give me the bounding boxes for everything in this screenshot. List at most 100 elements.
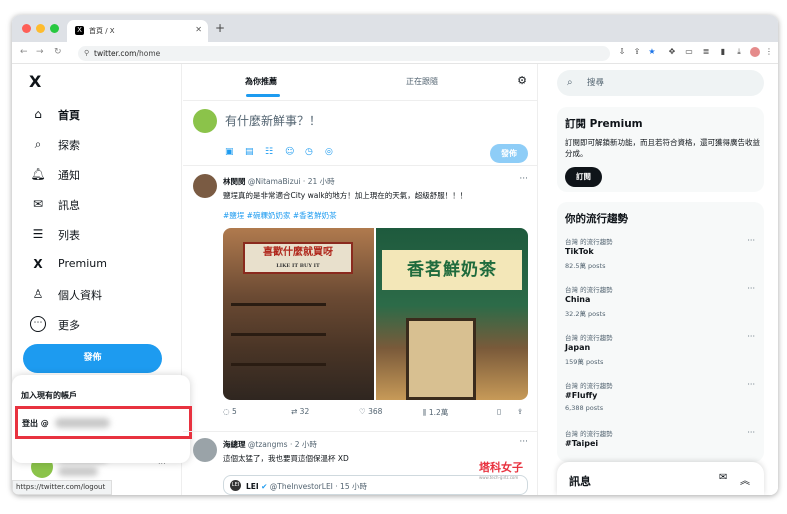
trend-more-icon[interactable]: ··· bbox=[747, 428, 755, 437]
location-icon[interactable]: ◎ bbox=[325, 147, 333, 157]
extensions-icon[interactable]: ✥ bbox=[667, 47, 677, 57]
subscribe-button[interactable]: 訂閱 bbox=[565, 167, 602, 187]
sidebar-item-label: 通知 bbox=[58, 169, 80, 182]
shop-sign-subtext: LIKE IT BUY IT bbox=[276, 263, 320, 269]
site-info-icon[interactable]: ⚲ bbox=[84, 46, 89, 61]
new-tab-icon[interactable]: + bbox=[215, 21, 225, 35]
x-logo-icon[interactable]: X bbox=[29, 72, 41, 91]
share-icon[interactable]: ⇪ bbox=[632, 47, 642, 57]
trends-card: 你的流行趨勢 台灣 的流行趨勢 TikTok 82.5萬 posts ··· 台… bbox=[557, 202, 764, 462]
sidebar-item-label: 個人資料 bbox=[58, 289, 102, 302]
trend-context: 台灣 的流行趨勢 bbox=[565, 430, 613, 438]
post-button[interactable]: 發佈 bbox=[23, 344, 162, 373]
quote-avatar: LEI bbox=[230, 480, 241, 491]
compose-input[interactable]: 有什麼新鮮事？！ bbox=[225, 112, 321, 129]
tab-for-you[interactable]: 為你推薦 bbox=[245, 76, 277, 87]
watermark: 塔科女子 www.tech-girlz.com bbox=[479, 459, 523, 480]
trend-topic: TikTok bbox=[565, 247, 594, 256]
tweet-hashtags[interactable]: #鹽埕 #碗粿奶奶家 #香茗鮮奶茶 bbox=[223, 210, 337, 221]
reading-list-icon[interactable]: ≣ bbox=[701, 47, 711, 57]
storefront-sign: 香茗鮮奶茶 bbox=[382, 250, 522, 290]
maximize-window-icon[interactable] bbox=[50, 24, 59, 33]
close-tab-icon[interactable]: ✕ bbox=[195, 25, 202, 34]
compose-post-button[interactable]: 發佈 bbox=[490, 144, 528, 163]
tweet-handle[interactable]: @tzangms bbox=[248, 440, 288, 449]
trend-topic: #Taipei bbox=[565, 439, 599, 448]
x-home-page: X ⌂ 首頁 ⌕ 探索 🔔︎ 通知 ✉ 訊息 ☰ 列表 X Premium ♙ … bbox=[12, 64, 778, 495]
share-tweet-icon[interactable]: ⇪ bbox=[517, 407, 523, 416]
cast-icon[interactable]: ▭ bbox=[684, 47, 694, 57]
url-field[interactable]: ⚲ twitter.com/home bbox=[78, 46, 610, 61]
gear-icon[interactable]: ⚙ bbox=[517, 74, 527, 87]
search-input[interactable]: ⌕ 搜尋 bbox=[557, 70, 764, 96]
x-icon: X bbox=[33, 257, 43, 271]
tweet-text: 這個太猛了，我也要買這個保溫杯 XD bbox=[223, 454, 349, 463]
bookmark-star-icon[interactable]: ★ bbox=[647, 47, 657, 57]
tab-bar: X 首頁 / X ✕ + bbox=[12, 15, 778, 42]
trend-context: 台灣 的流行趨勢 bbox=[565, 334, 613, 342]
trend-more-icon[interactable]: ··· bbox=[747, 380, 755, 389]
close-window-icon[interactable] bbox=[22, 24, 31, 33]
schedule-icon[interactable]: ◷ bbox=[305, 147, 313, 157]
trend-more-icon[interactable]: ··· bbox=[747, 236, 755, 245]
sidebar-item-label: Premium bbox=[58, 257, 107, 270]
tweet-more-icon[interactable]: ··· bbox=[519, 174, 528, 184]
trend-posts: 159萬 posts bbox=[565, 358, 604, 366]
download-icon[interactable]: ⤓ bbox=[734, 47, 744, 57]
minimize-window-icon[interactable] bbox=[36, 24, 45, 33]
side-panel-icon[interactable]: ▮ bbox=[718, 47, 728, 57]
trend-item[interactable]: 台灣 的流行趨勢 TikTok 82.5萬 posts ··· bbox=[565, 236, 755, 278]
bookmark-icon[interactable]: ▯ bbox=[497, 407, 501, 416]
trend-item[interactable]: 台灣 的流行趨勢 Japan 159萬 posts ··· bbox=[565, 332, 755, 374]
avatar[interactable] bbox=[193, 109, 217, 133]
trend-context: 台灣 的流行趨勢 bbox=[565, 238, 613, 246]
reply-button[interactable]: ◌ 5 bbox=[223, 407, 237, 416]
verified-badge-icon: ✔ bbox=[261, 482, 268, 491]
expand-icon[interactable]: ︽ bbox=[740, 472, 750, 487]
avatar[interactable] bbox=[193, 438, 217, 462]
tweet-author[interactable]: 海總理 bbox=[223, 440, 246, 449]
trend-posts: 32.2萬 posts bbox=[565, 310, 606, 318]
gif-icon[interactable]: ▤ bbox=[245, 147, 254, 157]
tab-following[interactable]: 正在跟隨 bbox=[406, 76, 438, 87]
retweet-button[interactable]: ⇄ 32 bbox=[291, 407, 309, 416]
add-account-item[interactable]: 加入現有的帳戶 bbox=[21, 390, 77, 401]
tweet[interactable]: 林閔閔 @NitamaBizui · 21 小時 ··· 鹽埕真的是非常適合Ci… bbox=[183, 170, 538, 432]
sidebar-item-label: 探索 bbox=[58, 139, 80, 152]
tweet-photo-storefront[interactable]: 香茗鮮奶茶 bbox=[376, 228, 528, 400]
quote-header: LEI ✔ @TheInvestorLEI · 15 小時 bbox=[246, 481, 367, 492]
emoji-icon[interactable]: ☺ bbox=[285, 147, 294, 157]
shelf bbox=[231, 363, 326, 366]
poll-icon[interactable]: ☷ bbox=[265, 147, 273, 157]
search-placeholder: 搜尋 bbox=[587, 78, 605, 88]
url-host: twitter.com bbox=[94, 49, 137, 58]
logout-label: 登出 @ bbox=[22, 419, 49, 428]
new-message-icon[interactable]: ✉ bbox=[719, 472, 727, 483]
forward-icon[interactable]: → bbox=[36, 47, 44, 57]
avatar[interactable] bbox=[193, 174, 217, 198]
tweet-header: 海總理 @tzangms · 2 小時 bbox=[223, 439, 317, 450]
tweet-photo-shop[interactable]: 喜歡什麼就買呀 LIKE IT BUY IT bbox=[223, 228, 374, 400]
browser-menu-icon[interactable]: ⋮ bbox=[764, 47, 774, 57]
trend-more-icon[interactable]: ··· bbox=[747, 284, 755, 293]
logout-item[interactable]: 登出 @ bbox=[15, 406, 192, 439]
profile-avatar-icon[interactable] bbox=[750, 47, 760, 57]
browser-tab[interactable]: X 首頁 / X ✕ bbox=[67, 20, 208, 42]
trend-item[interactable]: 台灣 的流行趨勢 #Fluffy 6,388 posts ··· bbox=[565, 380, 755, 422]
tweet-handle[interactable]: @NitamaBizui bbox=[248, 177, 301, 186]
media-icon[interactable]: ▣ bbox=[225, 147, 234, 157]
tweet-more-icon[interactable]: ··· bbox=[519, 437, 528, 447]
sidebar-item-label: 列表 bbox=[58, 229, 80, 242]
reload-icon[interactable]: ↻ bbox=[54, 47, 62, 57]
trend-more-icon[interactable]: ··· bbox=[747, 332, 755, 341]
trend-item[interactable]: 台灣 的流行趨勢 China 32.2萬 posts ··· bbox=[565, 284, 755, 326]
messages-drawer[interactable]: 訊息 ✉ ︽ bbox=[557, 462, 764, 495]
install-icon[interactable]: ⇩ bbox=[617, 47, 627, 57]
views-button[interactable]: ⫼ 1.2萬 bbox=[423, 407, 448, 418]
bell-icon: 🔔︎ bbox=[30, 167, 46, 181]
like-button[interactable]: ♡ 368 bbox=[359, 407, 382, 416]
tweet-time: · 2 小時 bbox=[289, 440, 317, 449]
trend-context: 台灣 的流行趨勢 bbox=[565, 286, 613, 294]
tweet-author[interactable]: 林閔閔 bbox=[223, 177, 246, 186]
back-icon[interactable]: ← bbox=[20, 47, 28, 57]
